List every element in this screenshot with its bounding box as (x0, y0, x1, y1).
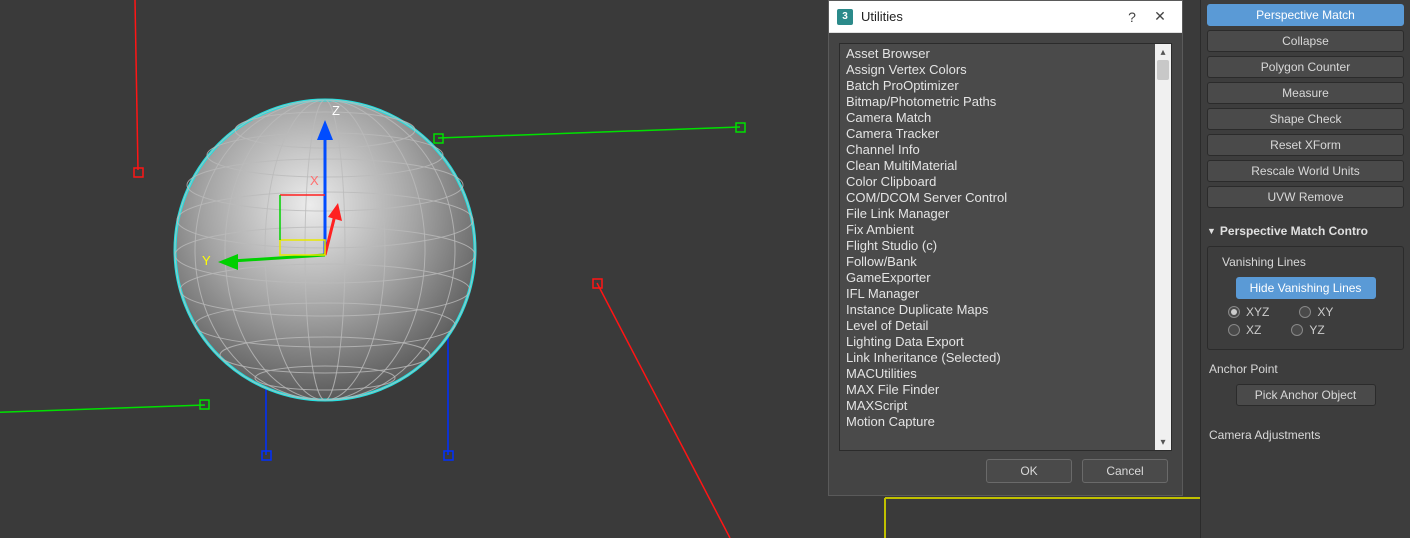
command-panel: Perspective Match Collapse Polygon Counter… (1200, 0, 1410, 538)
utility-item[interactable]: IFL Manager (844, 286, 1167, 302)
utility-item[interactable]: File Link Manager (844, 206, 1167, 222)
close-button[interactable]: ✕ (1146, 8, 1174, 25)
utility-item[interactable]: MAX File Finder (844, 382, 1167, 398)
radio-xyz[interactable]: XYZ (1228, 305, 1269, 319)
help-button[interactable]: ? (1118, 9, 1146, 25)
utility-item[interactable]: Link Inheritance (Selected) (844, 350, 1167, 366)
utility-item[interactable]: Color Clipboard (844, 174, 1167, 190)
panel-button-collapse[interactable]: Collapse (1207, 30, 1404, 52)
utility-item[interactable]: Level of Detail (844, 318, 1167, 334)
utility-item[interactable]: Follow/Bank (844, 254, 1167, 270)
pick-anchor-object-button[interactable]: Pick Anchor Object (1236, 384, 1376, 406)
svg-text:X: X (310, 173, 319, 188)
ok-button[interactable]: OK (986, 459, 1072, 483)
utility-item[interactable]: Flight Studio (c) (844, 238, 1167, 254)
utility-item[interactable]: Fix Ambient (844, 222, 1167, 238)
svg-text:Z: Z (332, 103, 340, 118)
utility-item[interactable]: GameExporter (844, 270, 1167, 286)
group-label: Vanishing Lines (1218, 255, 1310, 269)
anchor-point-label: Anchor Point (1209, 362, 1404, 376)
utility-item[interactable]: Lighting Data Export (844, 334, 1167, 350)
utility-item[interactable]: Batch ProOptimizer (844, 78, 1167, 94)
cancel-button[interactable]: Cancel (1082, 459, 1168, 483)
utilities-dialog: 3 Utilities ? ✕ Asset BrowserAssign Vert… (828, 0, 1183, 496)
utility-item[interactable]: Assign Vertex Colors (844, 62, 1167, 78)
app-icon: 3 (837, 9, 853, 25)
dialog-titlebar[interactable]: 3 Utilities ? ✕ (829, 1, 1182, 33)
chevron-down-icon: ▼ (1207, 226, 1216, 236)
radio-xy[interactable]: XY (1299, 305, 1333, 319)
panel-button-rescale-world-units[interactable]: Rescale World Units (1207, 160, 1404, 182)
svg-text:Y: Y (202, 253, 211, 268)
radio-yz[interactable]: YZ (1291, 323, 1324, 337)
radio-xz[interactable]: XZ (1228, 323, 1261, 337)
utility-item[interactable]: COM/DCOM Server Control (844, 190, 1167, 206)
panel-button-perspective-match[interactable]: Perspective Match (1207, 4, 1404, 26)
utility-item[interactable]: MACUtilities (844, 366, 1167, 382)
rollout-header-perspective-match-controls[interactable]: ▼ Perspective Match Contro (1207, 224, 1404, 238)
scroll-up-icon[interactable]: ▴ (1155, 44, 1171, 60)
scrollbar[interactable]: ▴ ▾ (1155, 44, 1171, 450)
utility-item[interactable]: Asset Browser (844, 46, 1167, 62)
utility-item[interactable]: Clean MultiMaterial (844, 158, 1167, 174)
camera-adjustments-label: Camera Adjustments (1209, 428, 1404, 442)
utility-item[interactable]: Channel Info (844, 142, 1167, 158)
panel-button-uvw-remove[interactable]: UVW Remove (1207, 186, 1404, 208)
utilities-listbox[interactable]: Asset BrowserAssign Vertex ColorsBatch P… (839, 43, 1172, 451)
scroll-thumb[interactable] (1157, 60, 1169, 80)
utility-item[interactable]: MAXScript (844, 398, 1167, 414)
vanishing-lines-group: Vanishing Lines Hide Vanishing Lines XYZ… (1207, 246, 1404, 350)
utility-item[interactable]: Instance Duplicate Maps (844, 302, 1167, 318)
hide-vanishing-lines-button[interactable]: Hide Vanishing Lines (1236, 277, 1376, 299)
panel-button-polygon-counter[interactable]: Polygon Counter (1207, 56, 1404, 78)
utility-item[interactable]: Camera Tracker (844, 126, 1167, 142)
rollout-title: Perspective Match Contro (1220, 224, 1368, 238)
utility-item[interactable]: Bitmap/Photometric Paths (844, 94, 1167, 110)
utility-item[interactable]: Camera Match (844, 110, 1167, 126)
panel-button-measure[interactable]: Measure (1207, 82, 1404, 104)
dialog-title: Utilities (861, 9, 1118, 24)
utility-item[interactable]: Motion Capture (844, 414, 1167, 430)
scroll-down-icon[interactable]: ▾ (1155, 434, 1171, 450)
panel-button-shape-check[interactable]: Shape Check (1207, 108, 1404, 130)
panel-button-reset-xform[interactable]: Reset XForm (1207, 134, 1404, 156)
